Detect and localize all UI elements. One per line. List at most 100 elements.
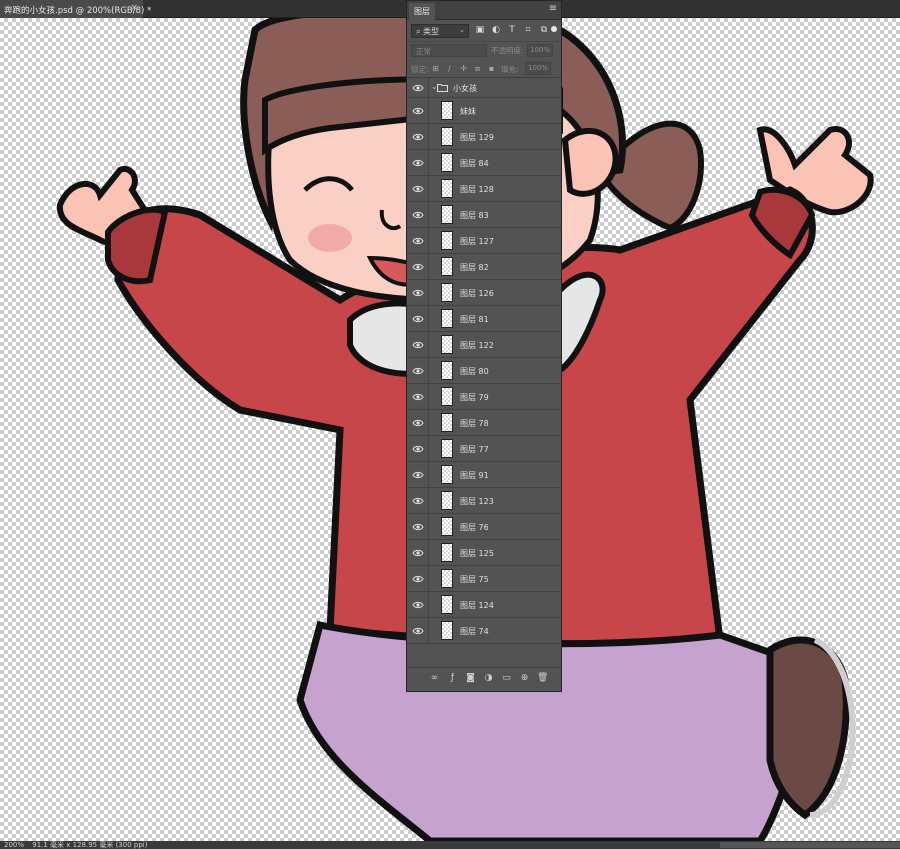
tab-layers[interactable]: 图层 — [409, 3, 435, 20]
lock-label: 锁定: — [411, 65, 429, 74]
eye-icon[interactable] — [412, 133, 424, 141]
eye-icon[interactable] — [412, 627, 424, 635]
eye-icon[interactable] — [412, 549, 424, 557]
lock-pixels-icon[interactable]: ⊞ — [431, 64, 440, 73]
layer-row[interactable]: 图层 84 — [407, 150, 561, 176]
close-icon[interactable]: × — [130, 3, 138, 13]
layer-row[interactable]: 图层 129 — [407, 124, 561, 150]
layer-row[interactable]: 图层 78 — [407, 410, 561, 436]
link-layers-icon[interactable]: ∞ — [429, 673, 440, 684]
eye-icon[interactable] — [412, 471, 424, 479]
lock-all-icon[interactable]: ▪ — [487, 64, 496, 73]
eye-icon[interactable] — [412, 367, 424, 375]
footer-icons: ∞ ƒ ◙ ◑ ▭ ⊕ 🗑 — [429, 673, 549, 684]
layer-row[interactable]: 图层 75 — [407, 566, 561, 592]
chevron-down-icon: ⌄ — [459, 26, 465, 34]
layer-row[interactable]: 图层 83 — [407, 202, 561, 228]
lock-paint-icon[interactable]: ∕ — [445, 64, 454, 73]
visibility-divider — [428, 254, 429, 279]
layer-name: 图层 81 — [460, 315, 489, 324]
new-layer-icon[interactable]: ⊕ — [519, 673, 530, 684]
hamburger-menu-icon[interactable]: ≡ — [549, 4, 557, 14]
blend-mode-select[interactable]: 正常 — [411, 44, 487, 57]
layer-row[interactable]: 图层 126 — [407, 280, 561, 306]
zoom-level[interactable]: 200% — [4, 841, 30, 849]
visibility-divider — [428, 618, 429, 643]
layer-thumbnail — [441, 309, 453, 328]
layer-name: 图层 80 — [460, 367, 489, 376]
eye-icon[interactable] — [412, 237, 424, 245]
layer-row[interactable]: 图层 128 — [407, 176, 561, 202]
smart-object-filter-icon[interactable]: ⧉ — [539, 25, 549, 35]
eye-icon[interactable] — [412, 211, 424, 219]
layer-row[interactable]: 图层 127 — [407, 228, 561, 254]
visibility-divider — [428, 228, 429, 253]
eye-icon[interactable] — [412, 84, 424, 92]
eye-icon[interactable] — [412, 185, 424, 193]
layer-thumbnail — [441, 491, 453, 510]
layer-row[interactable]: 图层 122 — [407, 332, 561, 358]
add-mask-icon[interactable]: ◙ — [465, 673, 476, 684]
new-group-icon[interactable]: ▭ — [501, 673, 512, 684]
layer-group-row[interactable]: ⌄ 小女孩 — [407, 78, 561, 98]
lock-artboard-icon[interactable]: ⧈ — [473, 64, 482, 73]
filter-kind-select[interactable]: ⌕ 类型 ⌄ — [411, 24, 469, 38]
eye-icon[interactable] — [412, 601, 424, 609]
shape-filter-icon[interactable]: ⌗ — [523, 25, 533, 35]
fx-icon[interactable]: ƒ — [447, 673, 458, 684]
layer-row[interactable]: 图层 124 — [407, 592, 561, 618]
eye-icon[interactable] — [412, 523, 424, 531]
layer-thumbnail — [441, 569, 453, 588]
eye-icon[interactable] — [412, 575, 424, 583]
image-filter-icon[interactable]: ▣ — [475, 25, 485, 35]
eye-icon[interactable] — [412, 393, 424, 401]
layer-thumbnail — [441, 127, 453, 146]
opacity-field[interactable]: 100% — [527, 44, 553, 57]
adjustment-filter-icon[interactable]: ◐ — [491, 25, 501, 35]
layer-row[interactable]: 图层 81 — [407, 306, 561, 332]
layer-name: 图层 77 — [460, 445, 489, 454]
eye-icon[interactable] — [412, 289, 424, 297]
filter-toggle[interactable] — [551, 26, 557, 32]
layer-row[interactable]: 妹妹 — [407, 98, 561, 124]
layer-row[interactable]: 图层 74 — [407, 618, 561, 644]
layer-row[interactable]: 图层 91 — [407, 462, 561, 488]
layer-thumbnail — [441, 257, 453, 276]
fill-field[interactable]: 100% — [525, 62, 551, 75]
visibility-divider — [428, 540, 429, 565]
eye-icon[interactable] — [412, 315, 424, 323]
layer-row[interactable]: 图层 123 — [407, 488, 561, 514]
layer-thumbnail — [441, 439, 453, 458]
delete-layer-icon[interactable]: 🗑 — [537, 673, 548, 684]
document-tab[interactable]: 奔跑的小女孩.psd @ 200%(RGB/8) * × — [0, 0, 151, 18]
layer-row[interactable]: 图层 77 — [407, 436, 561, 462]
status-bar: 200% 91.1 毫米 x 128.95 毫米 (300 ppi) — [0, 841, 900, 849]
visibility-divider — [428, 566, 429, 591]
layer-name: 图层 82 — [460, 263, 489, 272]
shoe — [766, 636, 850, 820]
layer-name: 图层 127 — [460, 237, 494, 246]
lock-position-icon[interactable]: ✛ — [459, 64, 468, 73]
visibility-divider — [428, 124, 429, 149]
eye-icon[interactable] — [412, 263, 424, 271]
layer-row[interactable]: 图层 79 — [407, 384, 561, 410]
document-tab-title: 奔跑的小女孩.psd @ 200%(RGB/8) * — [4, 6, 152, 16]
layer-row[interactable]: 图层 76 — [407, 514, 561, 540]
layer-row[interactable]: 图层 82 — [407, 254, 561, 280]
eye-icon[interactable] — [412, 159, 424, 167]
eye-icon[interactable] — [412, 497, 424, 505]
eye-icon[interactable] — [412, 445, 424, 453]
layer-name: 图层 75 — [460, 575, 489, 584]
eye-icon[interactable] — [412, 419, 424, 427]
layer-row[interactable]: 图层 80 — [407, 358, 561, 384]
search-icon: ⌕ — [416, 27, 421, 36]
visibility-divider — [428, 306, 429, 331]
eye-icon[interactable] — [412, 341, 424, 349]
horizontal-scrollbar[interactable] — [720, 842, 900, 848]
visibility-divider — [428, 410, 429, 435]
adjustment-layer-icon[interactable]: ◑ — [483, 673, 494, 684]
visibility-divider — [428, 592, 429, 617]
eye-icon[interactable] — [412, 107, 424, 115]
type-filter-icon[interactable]: T — [507, 25, 517, 35]
layer-row[interactable]: 图层 125 — [407, 540, 561, 566]
